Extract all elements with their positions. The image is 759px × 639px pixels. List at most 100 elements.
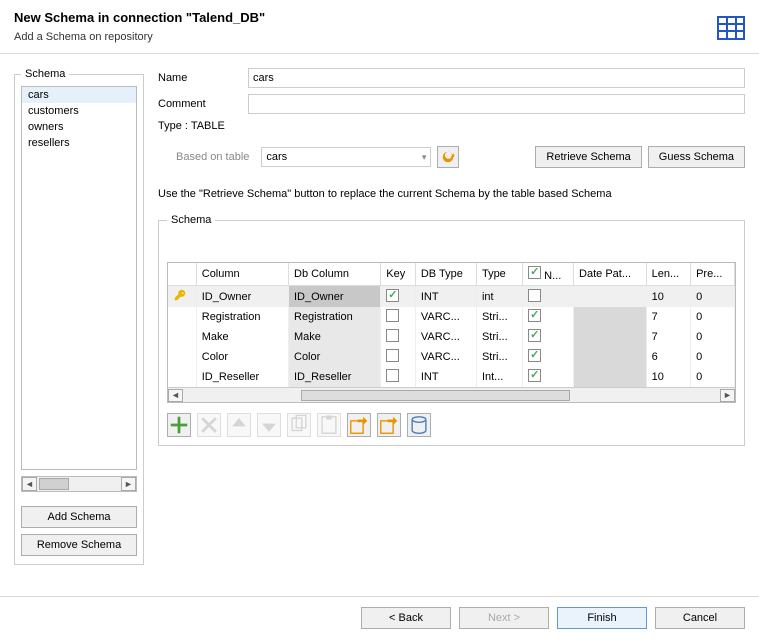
- cell-column[interactable]: Make: [196, 327, 288, 347]
- comment-input[interactable]: [248, 94, 745, 114]
- table-row[interactable]: MakeMakeVARC...Stri...70: [168, 327, 735, 347]
- add-schema-button[interactable]: Add Schema: [21, 506, 137, 528]
- cell-n[interactable]: [523, 347, 574, 367]
- col-header-n[interactable]: N...: [523, 263, 574, 286]
- cell-type[interactable]: Stri...: [476, 347, 522, 367]
- cell-dbtype[interactable]: INT: [415, 286, 476, 308]
- cell-key[interactable]: [381, 307, 416, 327]
- cell-db[interactable]: ID_Reseller: [289, 367, 381, 387]
- key-checkbox[interactable]: [386, 289, 399, 302]
- reset-button[interactable]: [407, 413, 431, 437]
- cell-pre[interactable]: 0: [691, 347, 735, 367]
- col-header-len[interactable]: Len...: [646, 263, 690, 286]
- schema-list[interactable]: cars customers owners resellers: [21, 86, 137, 470]
- table-row[interactable]: ColorColor VARC...Stri... 60: [168, 347, 735, 367]
- scroll-left-icon[interactable]: ◄: [22, 477, 37, 491]
- export-button[interactable]: [377, 413, 401, 437]
- schema-list-hscroll[interactable]: ◄ ►: [21, 476, 137, 492]
- cell-date[interactable]: [574, 327, 647, 347]
- cell-dbtype[interactable]: VARC...: [415, 327, 476, 347]
- n-checkbox[interactable]: [528, 349, 541, 362]
- cell-column[interactable]: ID_Reseller: [196, 367, 288, 387]
- n-checkbox[interactable]: [528, 329, 541, 342]
- col-header-dbtype[interactable]: DB Type: [415, 263, 476, 286]
- n-header-checkbox[interactable]: [528, 266, 541, 279]
- cell-date[interactable]: [574, 286, 647, 308]
- n-checkbox[interactable]: [528, 309, 541, 322]
- cell-dbtype[interactable]: VARC...: [415, 347, 476, 367]
- key-checkbox[interactable]: [386, 329, 399, 342]
- cell-type[interactable]: int: [476, 286, 522, 308]
- scroll-left-icon[interactable]: ◄: [168, 389, 183, 402]
- cell-db[interactable]: ID_Owner: [289, 286, 381, 308]
- name-input[interactable]: [248, 68, 745, 88]
- key-checkbox[interactable]: [386, 369, 399, 382]
- schema-list-item-owners[interactable]: owners: [22, 119, 136, 135]
- col-header-column[interactable]: Column: [196, 263, 288, 286]
- cell-type[interactable]: Stri...: [476, 307, 522, 327]
- cell-date[interactable]: [574, 367, 647, 387]
- scroll-thumb[interactable]: [301, 390, 570, 401]
- key-checkbox[interactable]: [386, 349, 399, 362]
- col-header-db[interactable]: Db Column: [289, 263, 381, 286]
- retrieve-schema-button[interactable]: Retrieve Schema: [535, 146, 641, 168]
- cell-date[interactable]: [574, 347, 647, 367]
- cell-key[interactable]: [381, 367, 416, 387]
- cell-type[interactable]: Int...: [476, 367, 522, 387]
- schema-list-item-resellers[interactable]: resellers: [22, 135, 136, 151]
- cell-len[interactable]: 6: [646, 347, 690, 367]
- cell-key[interactable]: [381, 327, 416, 347]
- cancel-button[interactable]: Cancel: [655, 607, 745, 629]
- refresh-button[interactable]: [437, 146, 459, 168]
- cell-key[interactable]: [381, 347, 416, 367]
- import-button[interactable]: [347, 413, 371, 437]
- cell-db[interactable]: Make: [289, 327, 381, 347]
- copy-button[interactable]: [287, 413, 311, 437]
- col-header-date[interactable]: Date Pat...: [574, 263, 647, 286]
- schema-list-item-cars[interactable]: cars: [22, 87, 136, 103]
- col-header-type[interactable]: Type: [476, 263, 522, 286]
- cell-pre[interactable]: 0: [691, 367, 735, 387]
- cell-dbtype[interactable]: INT: [415, 367, 476, 387]
- cell-n[interactable]: [523, 327, 574, 347]
- schema-table[interactable]: Column Db Column Key DB Type Type N... D…: [167, 262, 736, 403]
- cell-n[interactable]: [523, 307, 574, 327]
- add-column-button[interactable]: [167, 413, 191, 437]
- move-down-button[interactable]: [257, 413, 281, 437]
- scroll-right-icon[interactable]: ►: [121, 477, 136, 491]
- key-checkbox[interactable]: [386, 309, 399, 322]
- table-row[interactable]: ID_OwnerID_Owner INTint 100: [168, 286, 735, 308]
- col-header-pre[interactable]: Pre...: [691, 263, 735, 286]
- cell-pre[interactable]: 0: [691, 286, 735, 308]
- guess-schema-button[interactable]: Guess Schema: [648, 146, 745, 168]
- schema-list-item-customers[interactable]: customers: [22, 103, 136, 119]
- cell-len[interactable]: 10: [646, 367, 690, 387]
- table-row[interactable]: ID_ResellerID_Reseller INTInt... 100: [168, 367, 735, 387]
- cell-column[interactable]: Color: [196, 347, 288, 367]
- cell-db[interactable]: Color: [289, 347, 381, 367]
- table-row[interactable]: RegistrationRegistration VARC...Stri... 70: [168, 307, 735, 327]
- finish-button[interactable]: Finish: [557, 607, 647, 629]
- cell-n[interactable]: [523, 286, 574, 308]
- back-button[interactable]: < Back: [361, 607, 451, 629]
- cell-column[interactable]: Registration: [196, 307, 288, 327]
- cell-key[interactable]: [381, 286, 416, 308]
- paste-button[interactable]: [317, 413, 341, 437]
- remove-schema-button[interactable]: Remove Schema: [21, 534, 137, 556]
- table-hscroll[interactable]: ◄ ►: [168, 387, 735, 402]
- cell-pre[interactable]: 0: [691, 307, 735, 327]
- cell-len[interactable]: 10: [646, 286, 690, 308]
- move-up-button[interactable]: [227, 413, 251, 437]
- cell-len[interactable]: 7: [646, 327, 690, 347]
- cell-dbtype[interactable]: VARC...: [415, 307, 476, 327]
- n-checkbox[interactable]: [528, 289, 541, 302]
- based-on-combo[interactable]: cars: [261, 147, 431, 167]
- cell-db[interactable]: Registration: [289, 307, 381, 327]
- cell-len[interactable]: 7: [646, 307, 690, 327]
- cell-n[interactable]: [523, 367, 574, 387]
- col-header-key[interactable]: Key: [381, 263, 416, 286]
- scroll-right-icon[interactable]: ►: [720, 389, 735, 402]
- cell-column[interactable]: ID_Owner: [196, 286, 288, 308]
- cell-type[interactable]: Stri...: [476, 327, 522, 347]
- scroll-thumb[interactable]: [39, 478, 69, 490]
